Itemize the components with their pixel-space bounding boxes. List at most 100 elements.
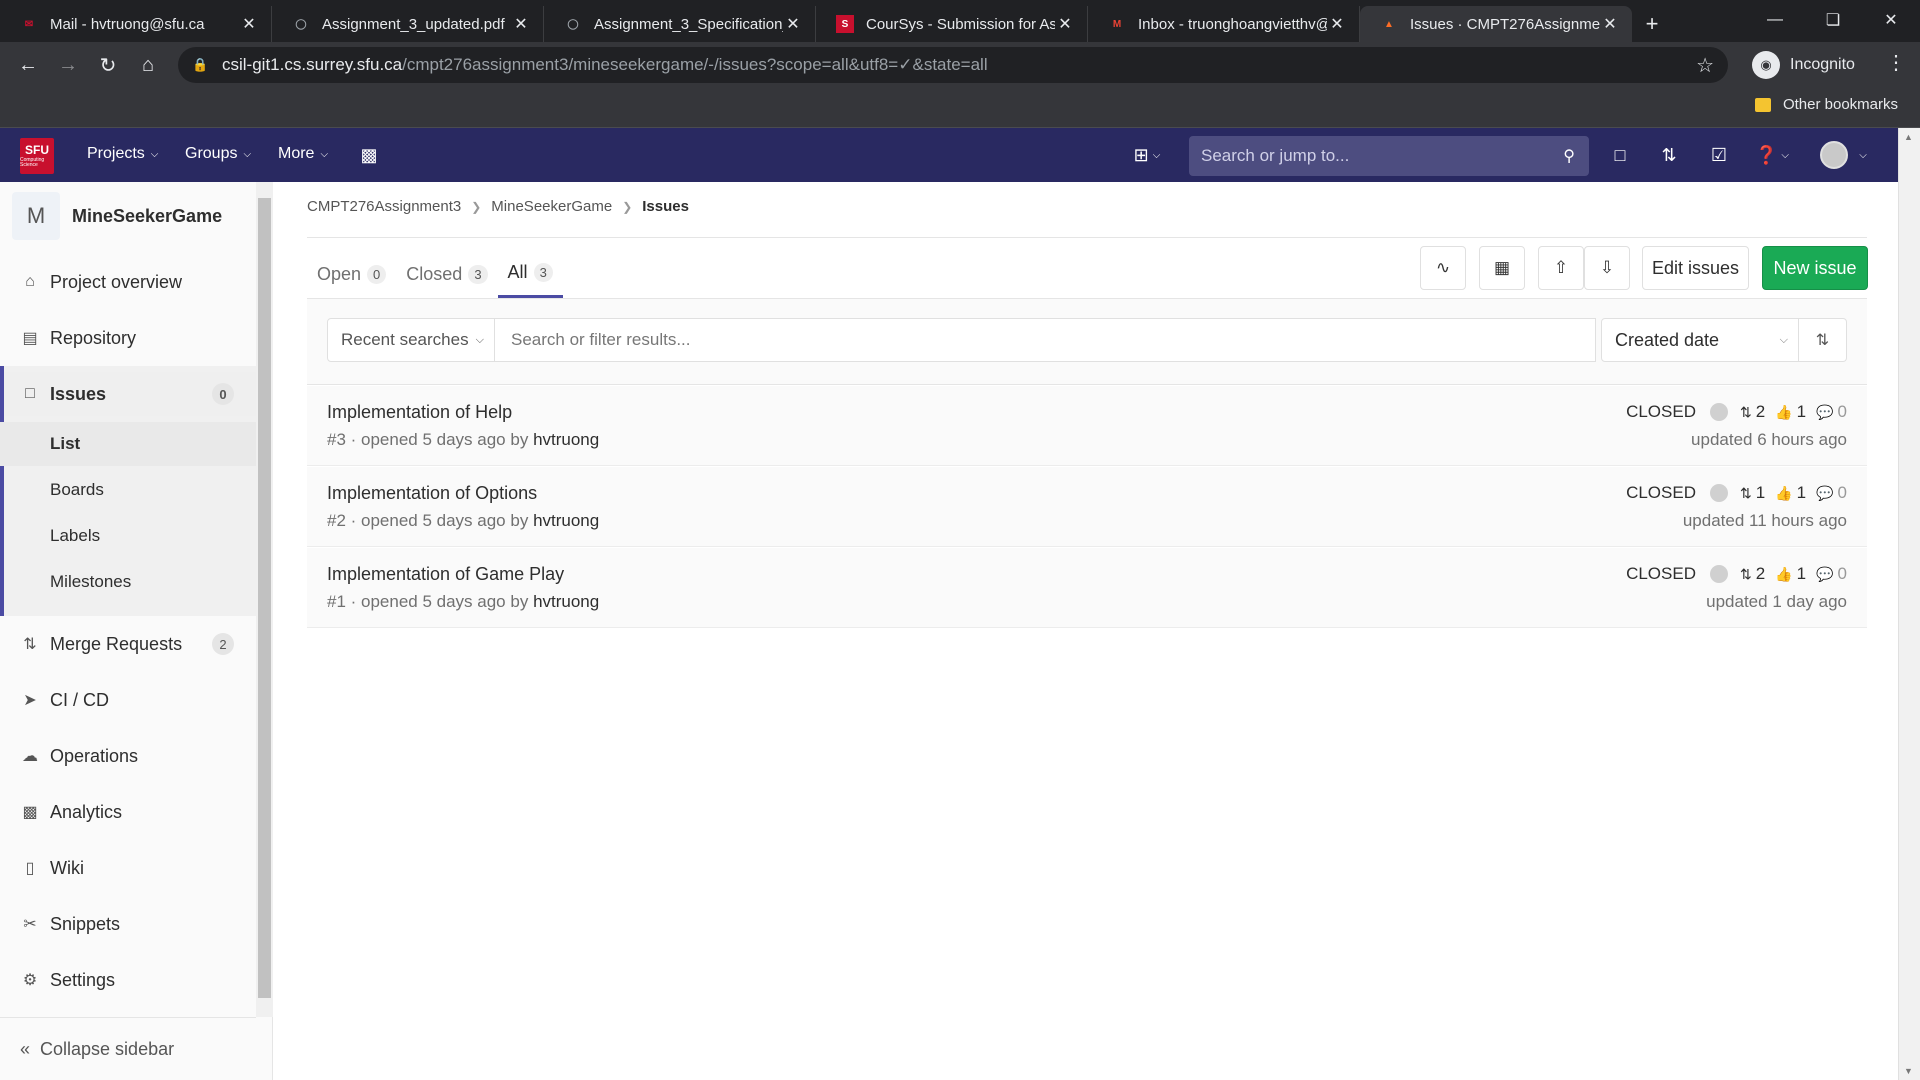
close-icon[interactable]: ✕ [1327,14,1347,34]
issues-count-badge: 0 [212,383,234,405]
tab-label: All [507,262,528,282]
comments-count[interactable]: 💬 0 [1816,483,1847,503]
comments-count[interactable]: 💬 0 [1816,402,1847,422]
issue-title[interactable]: Implementation of Options [327,483,537,504]
tab-open[interactable]: Open 0 [307,250,396,298]
comments-count[interactable]: 💬 0 [1816,564,1847,584]
sidebar-item-repository[interactable]: ▤ Repository [0,316,256,360]
more-dropdown[interactable]: More ⌵ [278,145,328,163]
sidebar-item-wiki[interactable]: ▯ Wiki [0,846,256,890]
sidebar-sub-list[interactable]: List [0,422,256,466]
issue-author[interactable]: hvtruong [533,592,599,611]
issue-row[interactable]: Implementation of Game Play #1 · opened … [307,548,1867,628]
tab-title: Issues · CMPT276Assignment [1410,15,1600,33]
page-scrollbar[interactable]: ▲ ▼ [1898,128,1920,1080]
issue-title[interactable]: Implementation of Help [327,402,512,423]
import-button[interactable]: ⇧ [1538,246,1584,290]
sidebar-item-label: Settings [50,969,116,990]
incognito-indicator[interactable]: ◉ Incognito [1752,48,1855,82]
sidebar-sub-labels[interactable]: Labels [0,514,256,558]
collapse-sidebar-button[interactable]: « Collapse sidebar [0,1017,256,1080]
breadcrumb-current[interactable]: Issues [642,198,689,215]
help-icon[interactable]: ❓ ⌵ [1752,142,1792,168]
export-button[interactable]: ⇩ [1584,246,1630,290]
close-icon[interactable]: ✕ [239,14,259,34]
browser-tab-issues[interactable]: ▲ Issues · CMPT276Assignment ✕ [1360,6,1632,42]
filter-search-input[interactable]: Search or filter results... [495,318,1596,362]
breadcrumb-project[interactable]: MineSeekerGame [491,198,612,215]
browser-tab-pdf[interactable]: ◯ Assignment_3_updated.pdf ✕ [272,6,544,42]
chevron-down-icon[interactable]: ⌵ [1850,142,1876,168]
sidebar-scrollbar[interactable] [256,182,273,1017]
bookmark-star-icon[interactable]: ☆ [1696,53,1714,78]
merge-requests-icon[interactable]: ⇅ [1656,142,1682,168]
sidebar-sub-label: List [50,434,81,453]
new-issue-button[interactable]: New issue [1762,246,1868,290]
todos-icon[interactable]: ☑ [1706,142,1732,168]
sort-direction-button[interactable]: ⇅ [1799,318,1847,362]
scissors-icon: ✂ [23,916,37,933]
issue-author[interactable]: hvtruong [533,511,599,530]
gitlab-search-input[interactable]: Search or jump to... ⚲ [1189,136,1589,176]
chevron-down-icon: ⌵ [475,333,484,346]
minimize-icon[interactable]: — [1746,0,1804,40]
tab-closed[interactable]: Closed 3 [396,250,497,298]
browser-tab-mail[interactable]: ✉ Mail - hvtruong@sfu.ca ✕ [0,6,272,42]
projects-dropdown[interactable]: Projects ⌵ [87,145,158,163]
sidebar-item-project-overview[interactable]: ⌂ Project overview [0,260,256,304]
calendar-button[interactable]: ▦ [1479,246,1525,290]
restore-icon[interactable]: ❏ [1804,0,1862,40]
issue-row[interactable]: Implementation of Options #2 · opened 5 … [307,467,1867,547]
close-icon[interactable]: ✕ [783,14,803,34]
home-icon[interactable]: ⌂ [128,45,168,85]
issues-icon[interactable]: □ [1607,142,1633,168]
sidebar-item-settings[interactable]: ⚙ Settings [0,958,256,1002]
browser-tab-gmail[interactable]: M Inbox - truonghoangvietthv@ ✕ [1088,6,1360,42]
sidebar-sub-milestones[interactable]: Milestones [0,560,256,604]
scroll-up-icon[interactable]: ▲ [1904,132,1913,142]
tab-all[interactable]: All 3 [497,250,563,298]
sidebar-item-operations[interactable]: ☁ Operations [0,734,256,778]
gear-icon: ⚙ [22,972,38,989]
forward-icon[interactable]: → [48,45,88,85]
sidebar-item-ci-cd[interactable]: ➤ CI / CD [0,678,256,722]
edit-issues-button[interactable]: Edit issues [1642,246,1749,290]
sidebar-item-issues[interactable]: □ Issues 0 [0,372,256,416]
project-header[interactable]: M MineSeekerGame [12,192,222,240]
issue-row[interactable]: Implementation of Help #3 · opened 5 day… [307,386,1867,466]
create-new-icon[interactable]: ⊞ ⌵ [1126,142,1168,168]
sidebar-item-snippets[interactable]: ✂ Snippets [0,902,256,946]
issue-author[interactable]: hvtruong [533,430,599,449]
browser-tab-coursys[interactable]: S CourSys - Submission for Ass ✕ [816,6,1088,42]
assignee-avatar[interactable] [1709,403,1728,421]
scroll-down-icon[interactable]: ▼ [1904,1066,1913,1076]
address-bar[interactable]: 🔒 csil-git1.cs.surrey.sfu.ca/cmpt276assi… [178,47,1728,83]
sfu-logo[interactable]: SFU Computing Science [20,138,54,174]
close-icon[interactable]: ✕ [1600,14,1620,34]
sidebar-sub-boards[interactable]: Boards [0,468,256,512]
other-bookmarks[interactable]: Other bookmarks [1754,96,1898,113]
assignee-avatar[interactable] [1709,565,1728,583]
browser-tab-spec[interactable]: ◯ Assignment_3_Specification_ ✕ [544,6,816,42]
chevron-down-icon: ⌵ [1779,333,1788,346]
rss-button[interactable]: ∿ [1420,246,1466,290]
assignee-avatar[interactable] [1709,484,1728,502]
new-tab-button[interactable]: + [1632,6,1672,42]
sidebar-scroll-thumb[interactable] [258,198,271,998]
activity-chart-icon[interactable]: ▩ [356,142,382,168]
user-avatar[interactable] [1820,141,1848,169]
browser-menu-icon[interactable]: ⋮ [1886,50,1906,75]
groups-dropdown[interactable]: Groups ⌵ [185,145,251,163]
sort-dropdown[interactable]: Created date ⌵ [1601,318,1799,362]
close-window-icon[interactable]: ✕ [1862,0,1920,40]
breadcrumb-group[interactable]: CMPT276Assignment3 [307,198,461,215]
close-icon[interactable]: ✕ [511,14,531,34]
sidebar-item-merge-requests[interactable]: ⇅ Merge Requests 2 [0,622,256,666]
issue-title[interactable]: Implementation of Game Play [327,564,564,585]
recent-searches-dropdown[interactable]: Recent searches ⌵ [327,318,495,362]
issue-stats: CLOSED ⇅ 2 👍 1 💬 0 [1626,402,1847,422]
close-icon[interactable]: ✕ [1055,14,1075,34]
sidebar-item-analytics[interactable]: ▩ Analytics [0,790,256,834]
reload-icon[interactable]: ↻ [88,45,128,85]
back-icon[interactable]: ← [8,45,48,85]
